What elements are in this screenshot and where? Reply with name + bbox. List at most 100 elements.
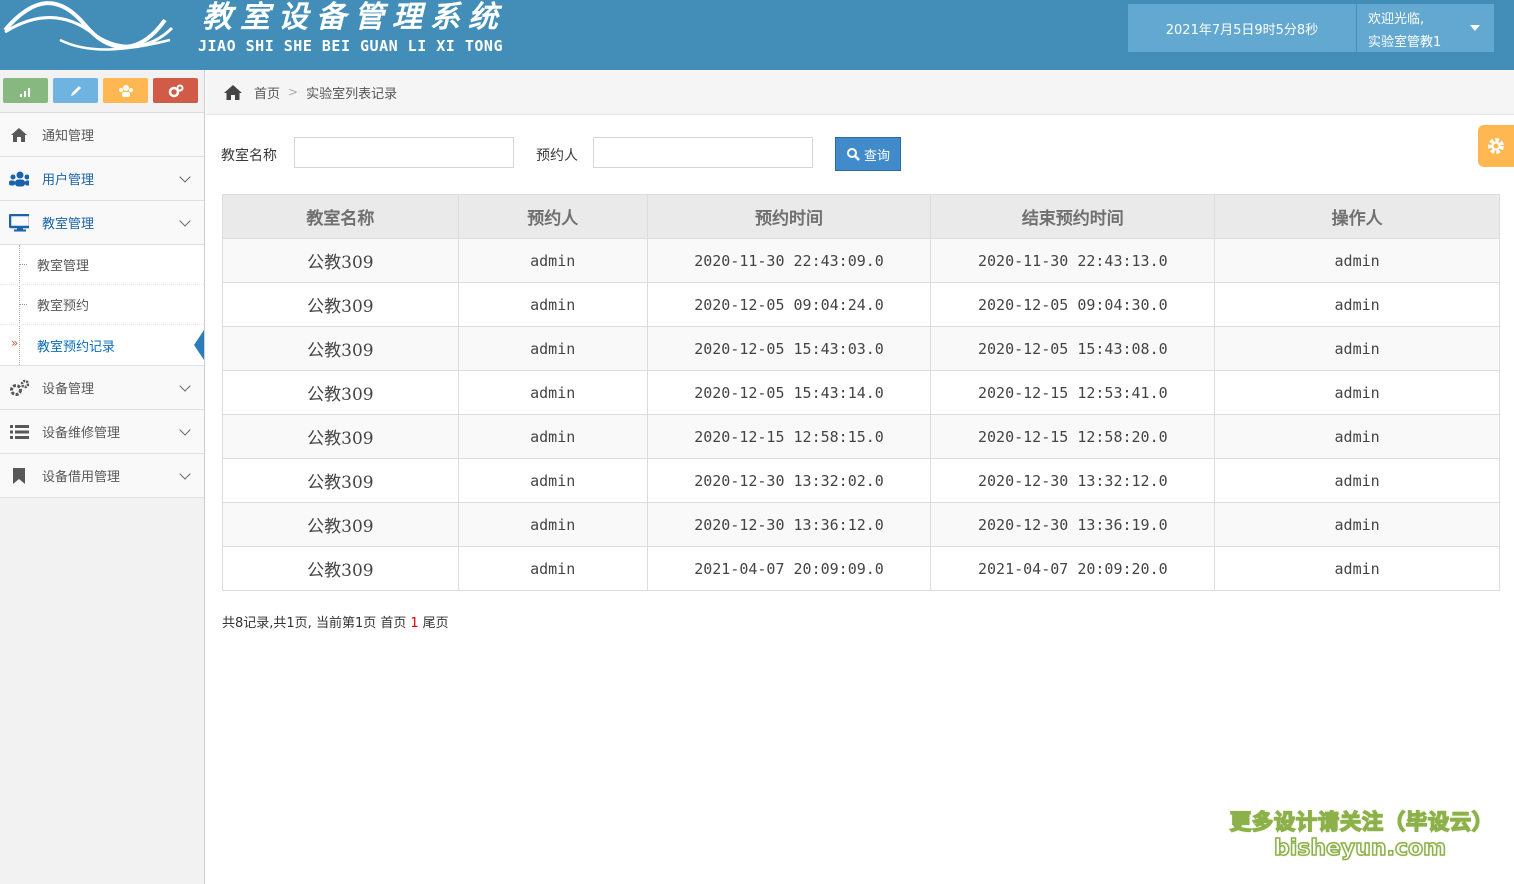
cell-operator: admin: [1214, 326, 1500, 371]
table-row: 公教309 admin 2020-11-30 22:43:09.0 2020-1…: [222, 238, 1500, 283]
column-header: 操作人: [1214, 194, 1500, 239]
cell-operator: admin: [1214, 414, 1500, 459]
cell-room: 公教309: [222, 282, 459, 327]
submenu-item-classroom-manage[interactable]: 教室管理: [0, 245, 204, 285]
booking-records-table: 教室名称 预约人 预约时间 结束预约时间 操作人 公教309 admin 202…: [222, 194, 1500, 591]
column-header: 预约人: [457, 194, 648, 239]
cell-room: 公教309: [222, 370, 459, 415]
sidebar-shortcuts: [0, 70, 204, 113]
shortcut-group-button[interactable]: [103, 78, 148, 103]
cell-start-time: 2020-12-15 12:58:15.0: [646, 414, 932, 459]
submenu-item-label: 教室预约记录: [37, 339, 116, 355]
cell-room: 公教309: [222, 326, 459, 371]
query-button-label: 查询: [863, 148, 890, 164]
cell-booker: admin: [457, 370, 648, 415]
shortcut-signal-button[interactable]: [3, 78, 48, 103]
watermark-line2: bisheyun.com: [1273, 835, 1447, 862]
cell-room: 公教309: [222, 414, 459, 459]
room-name-input[interactable]: [294, 137, 514, 168]
cell-start-time: 2020-12-05 15:43:14.0: [646, 370, 932, 415]
chevron-down-icon: [179, 424, 191, 436]
cell-room: 公教309: [222, 502, 459, 547]
cell-start-time: 2021-04-07 20:09:09.0: [646, 546, 932, 591]
cell-booker: admin: [457, 458, 648, 503]
desktop-icon: [9, 213, 29, 232]
cell-end-time: 2020-12-30 13:36:19.0: [930, 502, 1216, 547]
cell-start-time: 2020-12-05 09:04:24.0: [646, 282, 932, 327]
column-header: 教室名称: [222, 194, 459, 239]
pencil-icon: [70, 85, 81, 96]
breadcrumb-current: 实验室列表记录: [306, 86, 398, 102]
search-icon: [846, 148, 860, 161]
bookmark-icon: [9, 467, 29, 485]
current-datetime: 2021年7月5日9时5分8秒: [1128, 4, 1356, 52]
table-row: 公教309 admin 2020-12-30 13:32:02.0 2020-1…: [222, 458, 1500, 503]
sidebar-item-notice[interactable]: 通知管理: [0, 113, 204, 157]
sidebar-item-label: 通知管理: [42, 129, 95, 144]
list-icon: [9, 424, 29, 440]
home-icon: [224, 84, 242, 100]
gear-icon: [1488, 138, 1504, 154]
shortcut-cogs-button[interactable]: [153, 78, 198, 103]
pagination: 共8记录,共1页, 当前第1页 首页 1 尾页: [222, 612, 449, 631]
cell-booker: admin: [457, 414, 648, 459]
submenu-item-classroom-booking[interactable]: 教室预约: [0, 285, 204, 325]
sidebar-item-borrow[interactable]: 设备借用管理: [0, 454, 204, 498]
app-title: 教室设备管理系统: [202, 0, 506, 35]
shortcut-pencil-button[interactable]: [53, 78, 98, 103]
column-header: 预约时间: [646, 194, 932, 239]
booker-label: 预约人: [536, 148, 578, 164]
first-page-link[interactable]: 首页: [380, 616, 406, 631]
cell-start-time: 2020-12-30 13:32:02.0: [646, 458, 932, 503]
cell-room: 公教309: [222, 458, 459, 503]
chevron-right-icon: >: [288, 85, 299, 99]
sidebar-item-classroom[interactable]: 教室管理: [0, 201, 204, 245]
table-row: 公教309 admin 2021-04-07 20:09:09.0 2021-0…: [222, 546, 1500, 591]
table-row: 公教309 admin 2020-12-05 09:04:24.0 2020-1…: [222, 282, 1500, 327]
sidebar-item-label: 设备借用管理: [42, 470, 121, 485]
cogs-icon: [168, 84, 183, 97]
watermark-line1: 更多设计请关注（毕设云）: [1229, 809, 1494, 835]
submenu-item-booking-records[interactable]: » 教室预约记录: [0, 325, 204, 365]
current-page-number: 1: [410, 616, 419, 631]
cell-end-time: 2020-11-30 22:43:13.0: [930, 238, 1216, 283]
query-button[interactable]: 查询: [835, 137, 901, 171]
users-icon: [9, 171, 29, 187]
active-pointer-icon: [194, 330, 204, 360]
sidebar-item-label: 设备管理: [42, 382, 95, 397]
submenu-item-label: 教室管理: [37, 259, 90, 274]
cell-booker: admin: [457, 326, 648, 371]
cell-start-time: 2020-11-30 22:43:09.0: [646, 238, 932, 283]
submenu-item-label: 教室预约: [37, 299, 90, 314]
app-title-pinyin: JIAO SHI SHE BEI GUAN LI XI TONG: [198, 37, 503, 55]
breadcrumb: 首页 > 实验室列表记录: [206, 70, 1514, 115]
double-angle-right-icon: »: [11, 336, 19, 350]
cell-start-time: 2020-12-05 15:43:03.0: [646, 326, 932, 371]
sidebar-item-equipment[interactable]: 设备管理: [0, 366, 204, 410]
table-header-row: 教室名称 预约人 预约时间 结束预约时间 操作人: [222, 194, 1500, 239]
watermark: 更多设计请关注（毕设云） bisheyun.com: [1229, 806, 1494, 862]
chevron-down-icon: [179, 380, 191, 392]
sidebar-item-repair[interactable]: 设备维修管理: [0, 410, 204, 454]
cell-end-time: 2020-12-15 12:58:20.0: [930, 414, 1216, 459]
settings-button[interactable]: [1478, 125, 1514, 167]
last-page-link[interactable]: 尾页: [423, 616, 449, 631]
column-header: 结束预约时间: [930, 194, 1216, 239]
username: 实验室管教1: [1368, 35, 1442, 50]
cogs-icon: [9, 379, 29, 397]
cell-end-time: 2020-12-15 12:53:41.0: [930, 370, 1216, 415]
tree-dash: [19, 264, 27, 265]
sidebar-item-label: 教室管理: [42, 217, 95, 232]
sidebar-item-users[interactable]: 用户管理: [0, 157, 204, 201]
breadcrumb-home-link[interactable]: 首页: [254, 83, 280, 102]
cell-end-time: 2020-12-05 09:04:30.0: [930, 282, 1216, 327]
cell-operator: admin: [1214, 282, 1500, 327]
cell-operator: admin: [1214, 238, 1500, 283]
cell-end-time: 2020-12-05 15:43:08.0: [930, 326, 1216, 371]
booker-input[interactable]: [593, 137, 813, 168]
logo-wave-icon: [3, 1, 174, 51]
cell-operator: admin: [1214, 546, 1500, 591]
cell-room: 公教309: [222, 238, 459, 283]
cell-operator: admin: [1214, 502, 1500, 547]
user-menu[interactable]: 欢迎光临, 实验室管教1: [1357, 4, 1494, 52]
